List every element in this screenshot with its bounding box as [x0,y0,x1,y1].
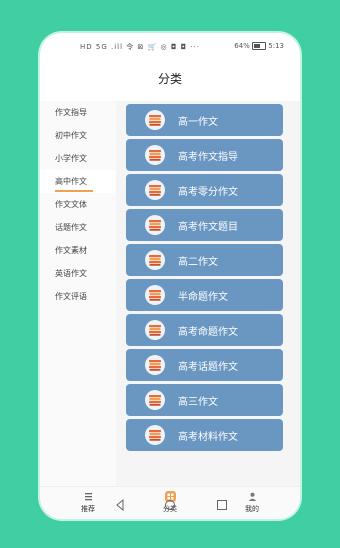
category-label: 半命题作文 [178,291,228,303]
sidebar-item-label: 话题作文 [55,223,87,232]
book-stack-icon [145,285,165,305]
book-stack-icon [145,145,165,165]
sidebar-item-label: 作文文体 [55,200,87,209]
tab-mine[interactable]: 我的 [232,491,272,514]
sidebar-item[interactable]: 作文素材 [40,239,116,262]
book-stack-icon [145,425,165,445]
category-button[interactable]: 高考作文指导 [126,139,283,171]
battery-percent: 64% [234,42,250,50]
battery-icon [252,42,267,50]
category-button[interactable]: 半命题作文 [126,279,283,311]
category-label: 高考材料作文 [178,431,238,443]
sidebar-item[interactable]: 初中作文 [40,124,116,147]
book-stack-icon [145,355,165,375]
sidebar: 作文指导初中作文小学作文高中作文作文文体话题作文作文素材英语作文作文评语 [40,101,116,486]
sidebar-item[interactable]: 英语作文 [40,262,116,285]
recents-icon[interactable] [216,496,228,515]
category-label: 高考话题作文 [178,361,238,373]
book-stack-icon [145,390,165,410]
sidebar-item[interactable]: 话题作文 [40,216,116,239]
list-icon [83,491,94,502]
sidebar-item-label: 作文评语 [55,292,87,301]
home-icon[interactable] [164,496,176,515]
sidebar-item[interactable]: 作文评语 [40,285,116,308]
category-label: 高一作文 [178,116,218,128]
category-button[interactable]: 高考命题作文 [126,314,283,346]
sidebar-item-label: 作文素材 [55,246,87,255]
category-button[interactable]: 高一作文 [126,104,283,136]
phone-frame: HD 5G .ill 令 ⊠ 🛒 ◎ ◘ ◘ ··· 64% 5:13 分类 作… [40,33,300,519]
sidebar-item-label: 小学作文 [55,154,87,163]
sidebar-item[interactable]: 作文指导 [40,101,116,124]
tab-mine-label: 我的 [245,505,259,513]
category-list: 高一作文高考作文指导 高考零分作文 高考作文题目 高二作文半命题作文高考命题作文 高考话… [116,104,300,451]
sidebar-item-label: 作文指导 [55,108,87,117]
status-right: 64% 5:13 [234,42,284,50]
page-title: 分类 [40,57,300,102]
sidebar-item[interactable]: 高中作文 [40,170,116,193]
sidebar-item-label: 英语作文 [55,269,87,278]
category-label: 高三作文 [178,396,218,408]
book-stack-icon [145,110,165,130]
tab-recommend-label: 推荐 [81,505,95,513]
tab-recommend[interactable]: 推荐 [68,491,108,514]
category-button[interactable]: 高三作文 [126,384,283,416]
category-label: 高考作文指导 [178,151,238,163]
category-label: 高二作文 [178,256,218,268]
category-button[interactable]: 高考话题作文 [126,349,283,381]
category-button[interactable]: 高考零分作文 [126,174,283,206]
category-button[interactable]: 高考作文题目 [126,209,283,241]
category-label: 高考零分作文 [178,186,238,198]
category-button[interactable]: 高考材料作文 [126,419,283,451]
book-stack-icon [145,180,165,200]
status-icons: HD 5G .ill 令 ⊠ 🛒 ◎ ◘ ◘ ··· [80,43,201,51]
category-panel: 高一作文高考作文指导 高考零分作文 高考作文题目 高二作文半命题作文高考命题作文 高考话… [116,101,300,486]
book-stack-icon [145,320,165,340]
sidebar-item[interactable]: 小学作文 [40,147,116,170]
book-stack-icon [145,250,165,270]
sidebar-item-label: 初中作文 [55,131,87,140]
sidebar-item[interactable]: 作文文体 [40,193,116,216]
category-button[interactable]: 高二作文 [126,244,283,276]
status-bar: HD 5G .ill 令 ⊠ 🛒 ◎ ◘ ◘ ··· 64% 5:13 [40,33,300,57]
person-icon [247,491,258,502]
sidebar-item-label: 高中作文 [55,177,87,186]
category-label: 高考命题作文 [178,326,238,338]
book-stack-icon [145,215,165,235]
category-label: 高考作文题目 [178,221,238,233]
clock: 5:13 [268,42,284,50]
back-icon[interactable] [114,496,126,515]
